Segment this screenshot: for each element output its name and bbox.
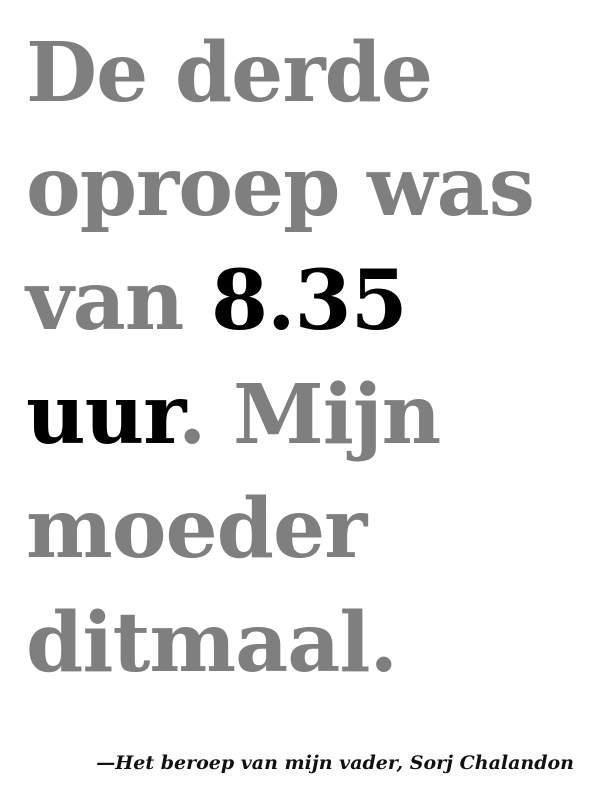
quote-line-3-text: van	[26, 253, 211, 349]
quote-time-emphasis: 8.35	[210, 253, 408, 349]
quote-line-3: van 8.35	[26, 244, 596, 358]
quote-line-2: oproep was	[26, 139, 535, 235]
quote-line-4-text: . Mijn	[177, 367, 441, 463]
quote-line-6: ditmaal.	[26, 595, 398, 691]
quote-unit-emphasis: uur	[26, 367, 179, 463]
quote-text: De derde oproep was van 8.35 uur. Mijn m…	[26, 16, 596, 700]
quote-attribution: —Het beroep van mijn vader, Sorj Chaland…	[96, 752, 574, 774]
quote-line-5: moeder	[26, 481, 367, 577]
quote-line-1: De derde	[26, 25, 433, 121]
quote-line-4: uur. Mijn	[26, 358, 596, 472]
